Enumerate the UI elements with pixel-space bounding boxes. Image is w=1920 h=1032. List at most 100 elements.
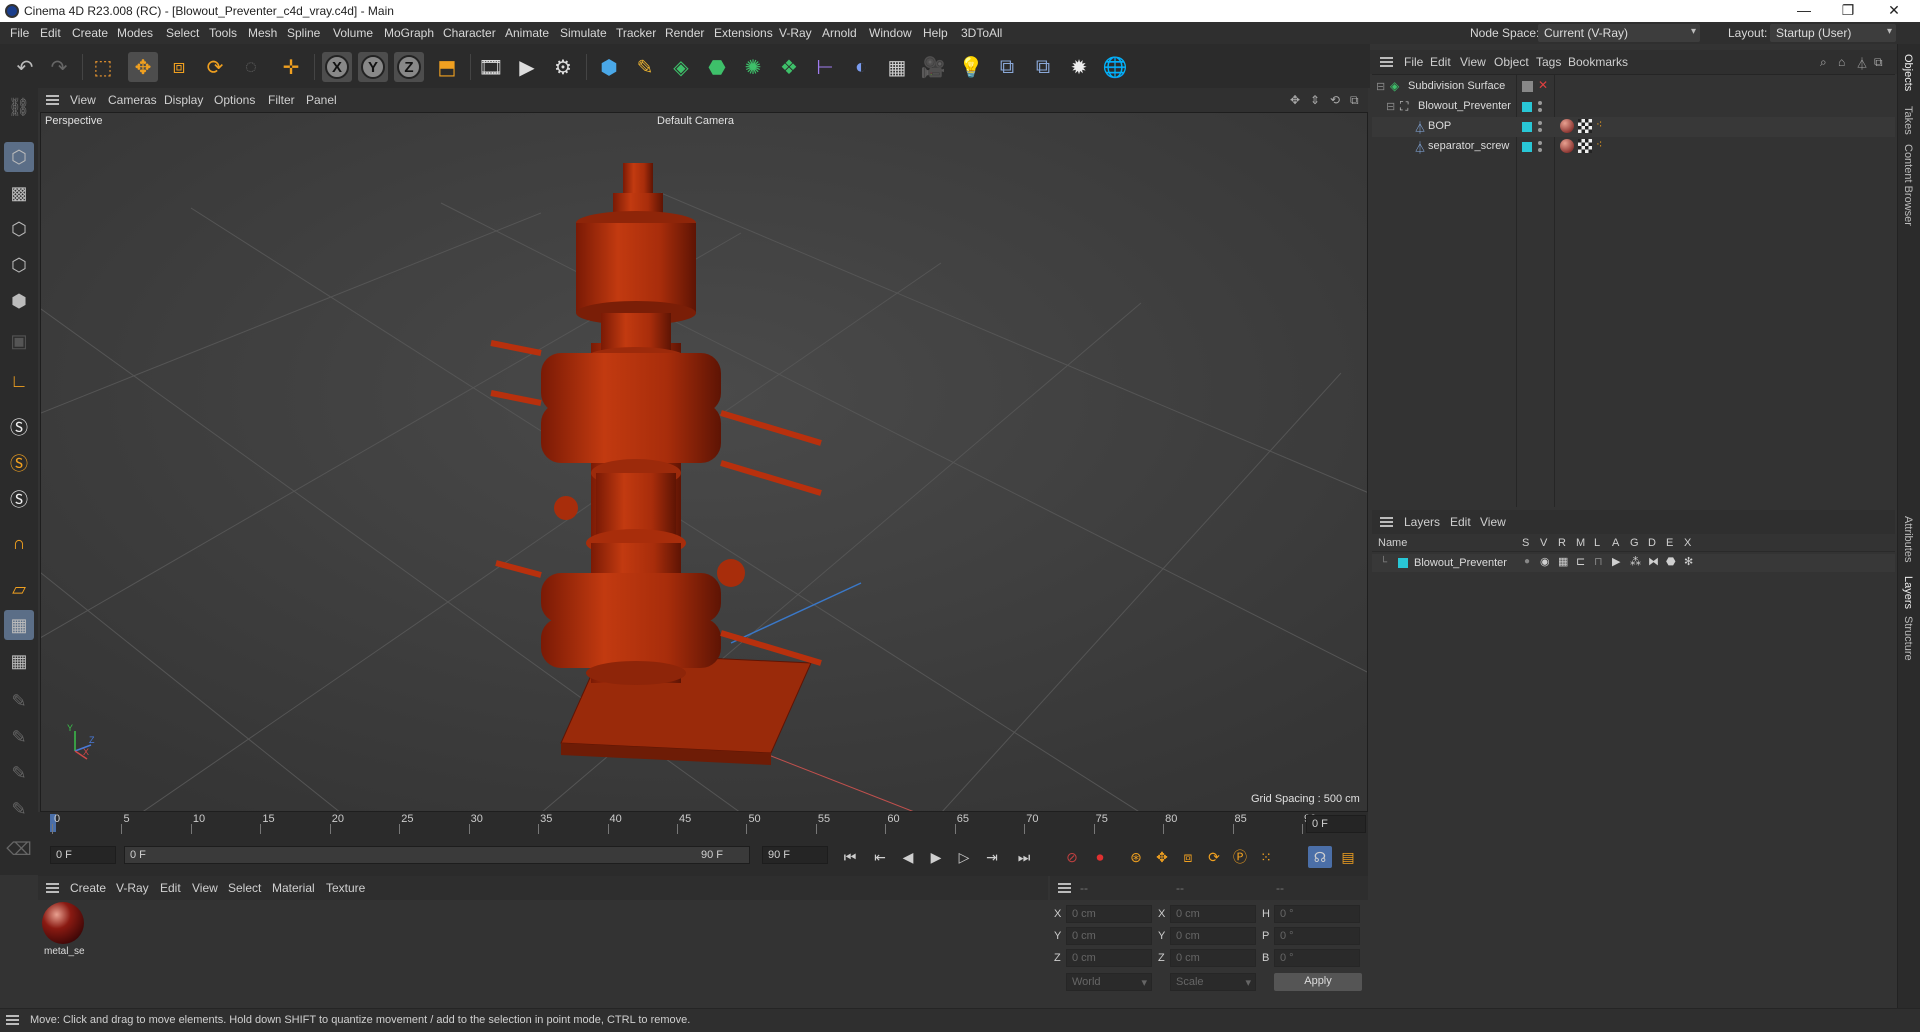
key-rotation-icon[interactable]: ⟳ xyxy=(1202,846,1226,868)
material-menu-create[interactable]: Create xyxy=(70,881,106,895)
render-region-icon[interactable]: 🎞 xyxy=(476,52,506,82)
menu-select[interactable]: Select xyxy=(166,26,199,40)
pen-spline-icon[interactable]: ✎ xyxy=(630,52,660,82)
vray-settings-icon[interactable]: ✹ xyxy=(1064,52,1094,82)
menu-simulate[interactable]: Simulate xyxy=(560,26,607,40)
layer-menu-layers[interactable]: Layers xyxy=(1404,515,1440,529)
axis-mode-icon[interactable]: ∟ xyxy=(4,366,34,396)
snap-magnet-icon[interactable]: ∩ xyxy=(4,528,34,558)
viewport-menu-cameras[interactable]: Cameras xyxy=(108,93,157,107)
key-pla-icon[interactable]: ⁙ xyxy=(1254,846,1278,868)
workplane-icon[interactable]: ▱ xyxy=(4,574,34,604)
hamburger-menu-icon[interactable] xyxy=(46,95,59,105)
edges-mode-icon[interactable]: ⬡ xyxy=(4,250,34,280)
pos-x-field[interactable]: 0 cm xyxy=(1066,905,1152,923)
menu-volume[interactable]: Volume xyxy=(333,26,373,40)
hamburger-menu-icon[interactable] xyxy=(1380,57,1393,67)
home-icon[interactable]: ⌂ xyxy=(1838,55,1845,69)
menu-render[interactable]: Render xyxy=(665,26,704,40)
scale-tool-icon[interactable]: ⧈ xyxy=(164,52,194,82)
material-item[interactable]: metal_se xyxy=(42,902,86,962)
object-row[interactable]: ⊟ ⛶ Blowout_Preventer xyxy=(1372,97,1895,117)
extrude-generator-icon[interactable]: ⬣ xyxy=(702,52,732,82)
layer-animation-icon[interactable]: ▶ xyxy=(1612,555,1620,568)
menu-arnold[interactable]: Arnold xyxy=(822,26,857,40)
render-view-icon[interactable]: ▶ xyxy=(512,52,542,82)
paint-tool-icon[interactable]: ✎ xyxy=(4,686,34,716)
z-axis-lock-button[interactable]: Z xyxy=(394,52,424,82)
menu-mograph[interactable]: MoGraph xyxy=(384,26,434,40)
size-x-field[interactable]: 0 cm xyxy=(1170,905,1256,923)
uvw-tag-icon[interactable] xyxy=(1578,139,1592,153)
layer-render-icon[interactable]: ▦ xyxy=(1558,555,1568,568)
cloner-icon[interactable]: ✺ xyxy=(738,52,768,82)
viewport-menu-panel[interactable]: Panel xyxy=(306,93,337,107)
3d-viewport[interactable]: Perspective Default Camera Y X Z Grid Sp… xyxy=(40,112,1368,812)
previous-key-icon[interactable]: ⇤ xyxy=(868,846,892,868)
apply-button[interactable]: Apply xyxy=(1274,973,1362,991)
transform-tool-icon[interactable]: ✛ xyxy=(276,52,306,82)
layer-generators-icon[interactable]: ⁂ xyxy=(1630,555,1641,568)
object-menu-view[interactable]: View xyxy=(1460,55,1486,69)
material-menu-material[interactable]: Material xyxy=(272,881,315,895)
object-row[interactable]: ⊟ ◈ Subdivision Surface ✕ xyxy=(1372,77,1895,97)
collapse-icon[interactable]: ⊟ xyxy=(1386,100,1395,113)
layer-check-icon[interactable] xyxy=(1522,81,1533,92)
layer-color-swatch[interactable] xyxy=(1522,122,1532,132)
solo-mode-icon[interactable]: Ⓢ xyxy=(4,412,34,442)
go-to-end-icon[interactable]: ⏭ xyxy=(1012,846,1036,868)
solo-hierarchy-icon[interactable]: Ⓢ xyxy=(4,448,34,478)
menu-animate[interactable]: Animate xyxy=(505,26,549,40)
menu-create[interactable]: Create xyxy=(72,26,108,40)
frame-range-slider[interactable]: 0 F 90 F xyxy=(124,846,750,864)
tab-layers[interactable]: Layers xyxy=(1902,576,1914,609)
menu-help[interactable]: Help xyxy=(923,26,948,40)
python-tag-icon[interactable]: ⧉ xyxy=(1028,52,1058,82)
menu-modes[interactable]: Modes xyxy=(117,26,153,40)
tab-takes[interactable]: Takes xyxy=(1902,106,1914,135)
material-menu-texture[interactable]: Texture xyxy=(326,881,365,895)
minimize-button[interactable]: — xyxy=(1784,2,1824,18)
next-frame-icon[interactable]: ▷ xyxy=(952,846,976,868)
menu-extensions[interactable]: Extensions xyxy=(714,26,773,40)
object-menu-object[interactable]: Object xyxy=(1494,55,1529,69)
make-editable-icon[interactable]: ⛓ xyxy=(4,92,34,122)
size-z-field[interactable]: 0 cm xyxy=(1170,949,1256,967)
rot-b-field[interactable]: 0 ° xyxy=(1274,949,1360,967)
camera-object-icon[interactable]: 🎥 xyxy=(918,52,948,82)
subdivision-surface-icon[interactable]: ◈ xyxy=(666,52,696,82)
last-tool-icon[interactable]: ◌ xyxy=(236,52,266,82)
object-menu-file[interactable]: File xyxy=(1404,55,1423,69)
move-tool-icon[interactable]: ✥ xyxy=(128,52,158,82)
menu-file[interactable]: File xyxy=(10,26,29,40)
texture-mode-icon[interactable]: ▩ xyxy=(4,178,34,208)
filter-icon[interactable]: ⏃ xyxy=(1856,55,1868,72)
python-script-icon[interactable]: ⧉ xyxy=(992,52,1022,82)
y-axis-lock-button[interactable]: Y xyxy=(358,52,388,82)
node-space-select[interactable]: Current (V-Ray) ▾ xyxy=(1538,24,1700,42)
layer-color-swatch[interactable] xyxy=(1398,558,1408,568)
layer-lock-icon[interactable]: ⊓ xyxy=(1594,555,1603,568)
search-icon[interactable]: ⌕ xyxy=(1820,55,1827,70)
visibility-dots-icon[interactable] xyxy=(1538,101,1542,113)
menu-tracker[interactable]: Tracker xyxy=(616,26,656,40)
undo-icon[interactable]: ↶ xyxy=(10,52,40,82)
layer-solo-icon[interactable]: ● xyxy=(1524,556,1530,567)
model-mode-icon[interactable]: ⬡ xyxy=(4,142,34,172)
size-mode-select[interactable]: Scale ▾ xyxy=(1170,973,1256,991)
menu-spline[interactable]: Spline xyxy=(287,26,320,40)
hamburger-menu-icon[interactable] xyxy=(1058,883,1071,893)
end-frame-field[interactable]: 90 F xyxy=(762,846,828,864)
object-menu-bookmarks[interactable]: Bookmarks xyxy=(1568,55,1628,69)
hamburger-menu-icon[interactable] xyxy=(46,883,59,893)
uvw-tag-icon[interactable] xyxy=(1578,119,1592,133)
hamburger-menu-icon[interactable] xyxy=(6,1015,19,1025)
coordinate-system-icon[interactable]: ⬒ xyxy=(432,52,462,82)
viewport-dolly-icon[interactable]: ⇕ xyxy=(1310,93,1320,107)
layer-view-eye-icon[interactable]: ◉ xyxy=(1540,555,1550,568)
bend-deformer-icon[interactable]: ⊢ xyxy=(810,52,840,82)
brush-r-icon[interactable]: ✎ xyxy=(4,758,34,788)
viewport-menu-view[interactable]: View xyxy=(70,93,96,107)
rot-h-field[interactable]: 0 ° xyxy=(1274,905,1360,923)
viewport-camera-label[interactable]: Default Camera xyxy=(657,115,734,127)
